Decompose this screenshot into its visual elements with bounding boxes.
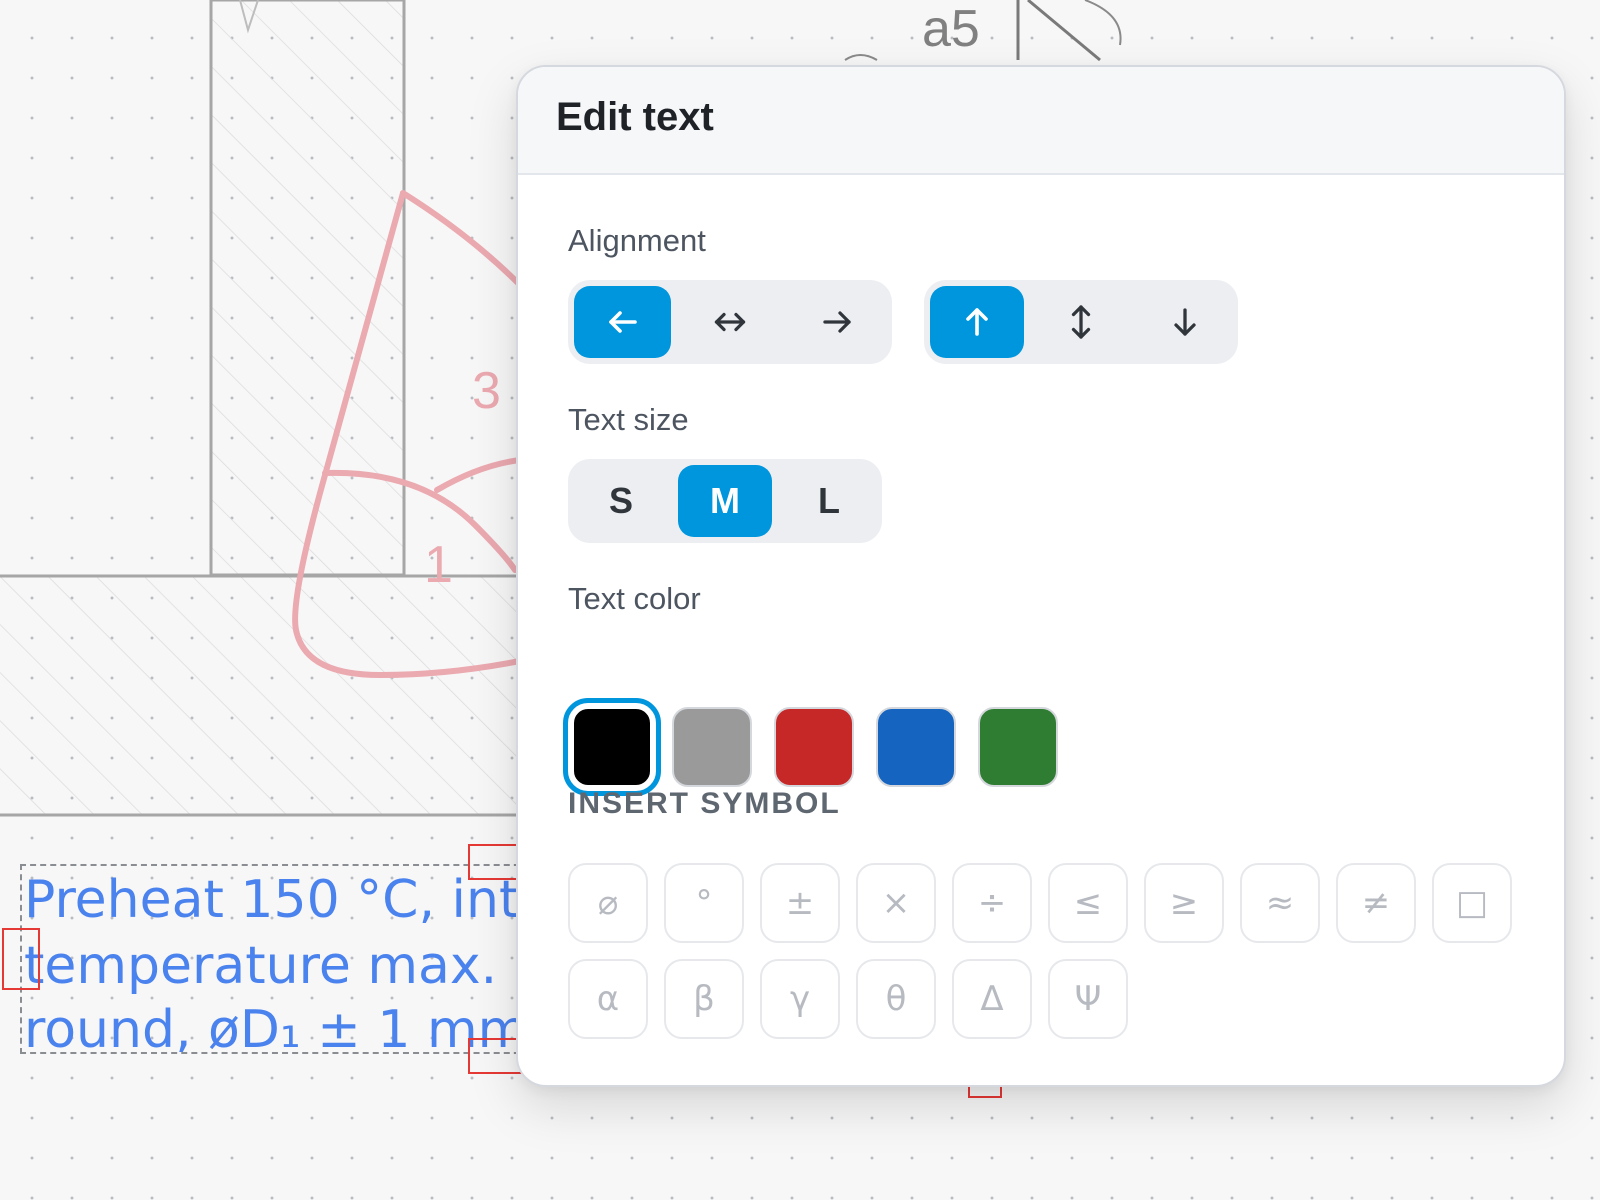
weld-symbol-small-arc <box>844 54 878 61</box>
align-center-button[interactable] <box>681 286 778 358</box>
color-swatch-green[interactable] <box>978 707 1058 787</box>
text-size-group: S M L <box>568 459 882 543</box>
symbol-multiply-button[interactable]: × <box>856 863 936 943</box>
symbol-delta-button[interactable]: Δ <box>952 959 1032 1039</box>
alignment-label: Alignment <box>568 223 706 258</box>
text-line-1[interactable]: Preheat 150 °C, interpass <box>24 870 538 930</box>
align-bottom-button[interactable] <box>1138 286 1232 358</box>
resize-handle-left[interactable] <box>2 928 40 990</box>
symbol-diameter-button[interactable]: ⌀ <box>568 863 648 943</box>
resize-handle-bottom[interactable] <box>468 1038 522 1074</box>
symbol-approx-button[interactable]: ≈ <box>1240 863 1320 943</box>
text-size-label: Text size <box>568 402 689 437</box>
symbol-greater-equal-button[interactable]: ≥ <box>1144 863 1224 943</box>
size-large-label: L <box>818 480 840 521</box>
vertical-alignment-group <box>924 280 1238 364</box>
selected-text-object[interactable]: Preheat 150 °C, interpass temperature ma… <box>20 864 540 1054</box>
text-line-2[interactable]: temperature max. 250 °C <box>24 936 538 996</box>
weld-pass-3-cap[interactable] <box>400 190 523 288</box>
weld-symbol-arc <box>1084 0 1122 46</box>
weld-pass-number-1: 1 <box>424 536 453 594</box>
resize-handle-top[interactable] <box>468 844 522 880</box>
symbol-not-equal-button[interactable]: ≠ <box>1336 863 1416 943</box>
symbol-alpha-button[interactable]: α <box>568 959 648 1039</box>
weld-pass-2-boundary[interactable] <box>434 457 523 493</box>
arrow-down-icon <box>1174 308 1196 336</box>
symbol-less-equal-button[interactable]: ≤ <box>1048 863 1128 943</box>
symbol-psi-button[interactable]: Ψ <box>1048 959 1128 1039</box>
color-swatch-blue[interactable] <box>876 707 956 787</box>
panel-title: Edit text <box>556 95 714 139</box>
size-small-label: S <box>608 480 633 521</box>
size-large-button[interactable]: L <box>782 465 876 537</box>
align-right-button[interactable] <box>789 286 886 358</box>
weld-symbol-arrow <box>1027 0 1101 62</box>
arrow-right-icon <box>823 311 851 333</box>
align-middle-button[interactable] <box>1034 286 1128 358</box>
symbol-gamma-button[interactable]: γ <box>760 959 840 1039</box>
size-small-button[interactable]: S <box>574 465 668 537</box>
weld-label-a5: a5 <box>922 0 980 58</box>
panel-header: Edit text <box>518 67 1564 175</box>
text-line-3[interactable]: round, øD₁ ± 1 mm. <box>24 1000 538 1052</box>
arrow-left-right-icon <box>714 312 746 332</box>
color-swatch-black[interactable] <box>563 698 661 796</box>
size-medium-button[interactable]: M <box>678 465 772 537</box>
color-swatch-red[interactable] <box>774 707 854 787</box>
symbol-square-button[interactable]: □ <box>1432 863 1512 943</box>
horizontal-alignment-group <box>568 280 892 364</box>
text-color-label: Text color <box>568 581 701 616</box>
symbol-theta-button[interactable]: θ <box>856 959 936 1039</box>
size-medium-label: M <box>710 480 740 521</box>
symbol-degree-button[interactable]: ° <box>664 863 744 943</box>
weld-pass-number-3: 3 <box>472 362 501 420</box>
arrow-up-icon <box>966 308 988 336</box>
color-swatch-gray[interactable] <box>672 707 752 787</box>
align-top-button[interactable] <box>930 286 1024 358</box>
edit-text-panel: Edit text Alignment Text size S M L Text… <box>516 65 1566 1087</box>
base-plate[interactable] <box>0 575 560 815</box>
align-left-button[interactable] <box>574 286 672 358</box>
insert-symbol-label: INSERT SYMBOL <box>568 787 841 820</box>
symbol-plus-minus-button[interactable]: ± <box>760 863 840 943</box>
arrow-left-icon <box>608 311 637 333</box>
symbol-divide-button[interactable]: ÷ <box>952 863 1032 943</box>
arrow-up-down-icon <box>1071 305 1091 339</box>
symbol-beta-button[interactable]: β <box>664 959 744 1039</box>
